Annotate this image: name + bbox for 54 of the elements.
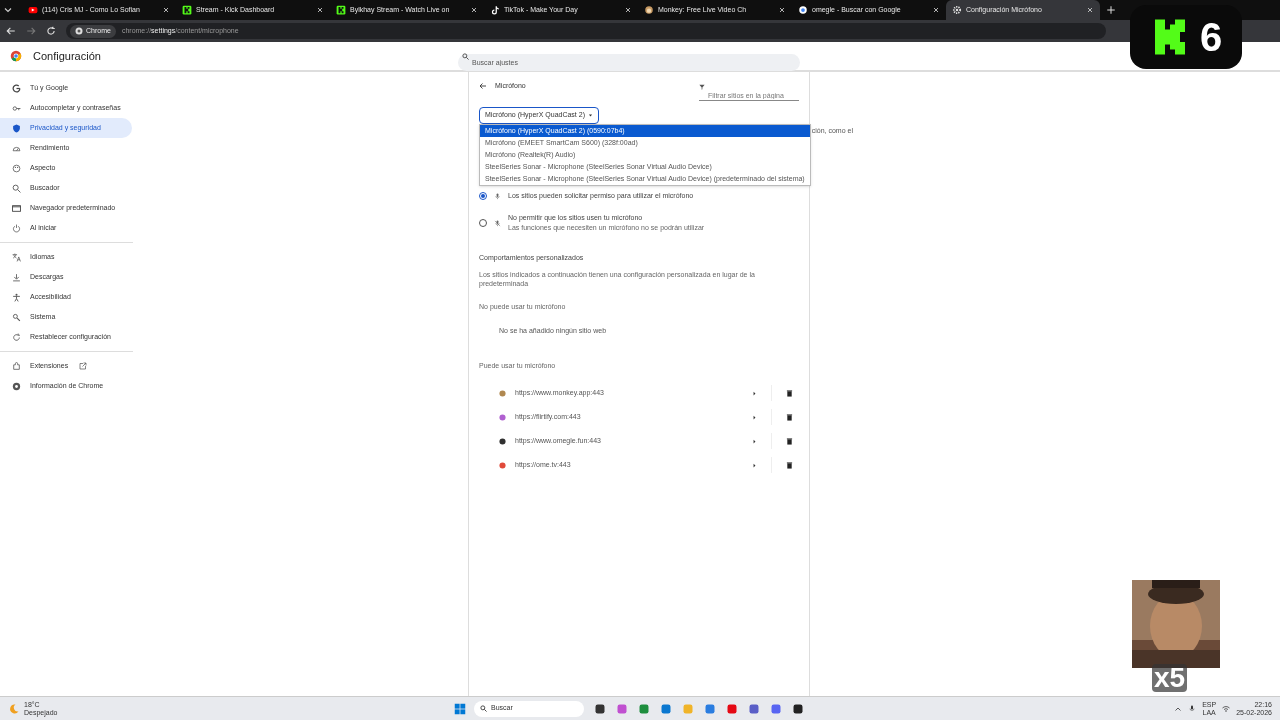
wifi-icon[interactable] bbox=[1222, 704, 1231, 713]
person-icon bbox=[12, 292, 21, 302]
stream-badge: 6 bbox=[1130, 5, 1242, 69]
shield-icon bbox=[12, 123, 21, 133]
chevron-icon[interactable] bbox=[752, 414, 757, 420]
trash-icon[interactable] bbox=[786, 413, 793, 421]
note-icon bbox=[490, 5, 500, 15]
chevron-icon[interactable] bbox=[752, 390, 757, 396]
trash-icon[interactable] bbox=[786, 437, 793, 445]
google-g-icon bbox=[12, 83, 21, 93]
microphone-icon[interactable] bbox=[1188, 704, 1197, 713]
microphone-off-icon bbox=[494, 219, 501, 227]
circle-logo-icon bbox=[12, 381, 21, 391]
chrome-logo-icon bbox=[10, 50, 22, 62]
search-icon bbox=[462, 52, 469, 60]
close-icon[interactable] bbox=[470, 6, 478, 14]
close-icon[interactable] bbox=[624, 6, 632, 14]
search-icon bbox=[12, 183, 21, 193]
close-icon[interactable] bbox=[316, 6, 324, 14]
plus-icon[interactable] bbox=[1106, 5, 1116, 15]
app-icon[interactable] bbox=[792, 702, 804, 715]
trash-icon[interactable] bbox=[786, 461, 793, 469]
trash-icon[interactable] bbox=[786, 389, 793, 397]
close-icon[interactable] bbox=[778, 6, 786, 14]
back-icon[interactable] bbox=[6, 26, 16, 36]
filter-icon bbox=[699, 83, 705, 90]
multiplier-text: x5 bbox=[1152, 664, 1188, 692]
back-arrow-icon[interactable] bbox=[479, 82, 487, 90]
search-icon bbox=[480, 705, 487, 712]
gear-icon bbox=[952, 5, 962, 15]
forward-icon bbox=[26, 26, 36, 36]
key-icon bbox=[12, 103, 21, 113]
power-icon bbox=[12, 223, 21, 233]
close-icon[interactable] bbox=[162, 6, 170, 14]
moon-icon bbox=[8, 702, 20, 715]
download-icon bbox=[12, 272, 21, 282]
windows-start-icon[interactable] bbox=[454, 702, 466, 715]
reset-icon bbox=[12, 332, 21, 342]
close-icon[interactable] bbox=[932, 6, 940, 14]
radio-button[interactable] bbox=[479, 192, 487, 200]
palette-icon bbox=[12, 163, 21, 173]
chevron-icon[interactable] bbox=[752, 462, 757, 468]
page-title: Configuración bbox=[33, 48, 102, 64]
translate-icon bbox=[12, 252, 21, 262]
external-link-icon[interactable] bbox=[79, 362, 88, 370]
microphone-icon bbox=[494, 192, 501, 200]
k-logo-icon bbox=[182, 5, 192, 15]
video-icon bbox=[28, 5, 38, 15]
reload-icon[interactable] bbox=[46, 26, 56, 36]
chevron-icon[interactable] bbox=[752, 438, 757, 444]
caret-icon bbox=[588, 113, 593, 118]
chrome-logo-icon bbox=[75, 27, 83, 35]
k-logo-icon bbox=[336, 5, 346, 15]
close-icon[interactable] bbox=[1086, 6, 1094, 14]
